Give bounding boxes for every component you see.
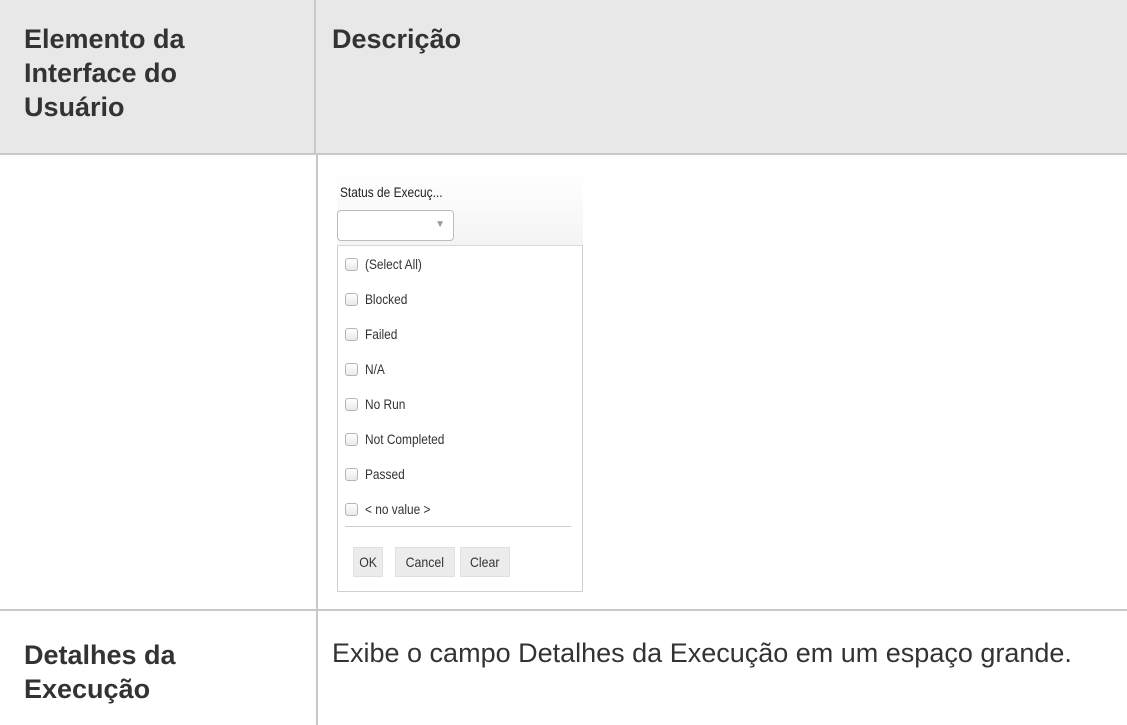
row-divider: [0, 609, 1127, 611]
clear-button-label: Clear: [470, 554, 500, 570]
header-description-label: Descrição: [332, 24, 462, 54]
ok-button-label: OK: [359, 554, 377, 570]
checkbox[interactable]: [345, 468, 358, 481]
chevron-down-icon[interactable]: ▼: [435, 219, 445, 230]
option-label: (Select All): [365, 256, 422, 272]
option-label: Failed: [365, 326, 398, 342]
checkbox[interactable]: [345, 258, 358, 271]
clear-button[interactable]: Clear: [460, 547, 510, 577]
table-header: Elemento da Interface do Usuário Descriç…: [0, 0, 1127, 155]
checkbox[interactable]: [345, 503, 358, 516]
option-label: Blocked: [365, 291, 408, 307]
cancel-button[interactable]: Cancel: [395, 547, 455, 577]
status-combo-box[interactable]: ▼: [337, 210, 454, 241]
divider: [345, 526, 571, 527]
option-label: < no value >: [365, 501, 431, 517]
checkbox[interactable]: [345, 433, 358, 446]
filter-title: Status de Execuç...: [340, 184, 443, 200]
filter-dropdown-panel: (Select All) Blocked Failed N/A No Run N…: [337, 245, 583, 592]
execution-status-filter: Status de Execuç... ▼ (Select All) Block…: [337, 171, 583, 592]
option-label: Passed: [365, 466, 405, 482]
option-label: Not Completed: [365, 431, 445, 447]
element-description: Exibe o campo Detalhes da Execução em um…: [332, 638, 1072, 668]
option-label: No Run: [365, 396, 406, 412]
column-divider: [316, 155, 318, 725]
checkbox[interactable]: [345, 398, 358, 411]
checkbox[interactable]: [345, 293, 358, 306]
header-element-label: Elemento da Interface do Usuário: [24, 24, 185, 122]
checkbox[interactable]: [345, 328, 358, 341]
option-label: N/A: [365, 361, 385, 377]
cancel-button-label: Cancel: [405, 554, 445, 570]
element-name: Detalhes da Execução: [24, 640, 176, 704]
ok-button[interactable]: OK: [353, 547, 383, 577]
filter-title-bar: Status de Execuç... ▼: [337, 171, 583, 245]
checkbox[interactable]: [345, 363, 358, 376]
ui-elements-table: Elemento da Interface do Usuário Descriç…: [0, 0, 1127, 725]
